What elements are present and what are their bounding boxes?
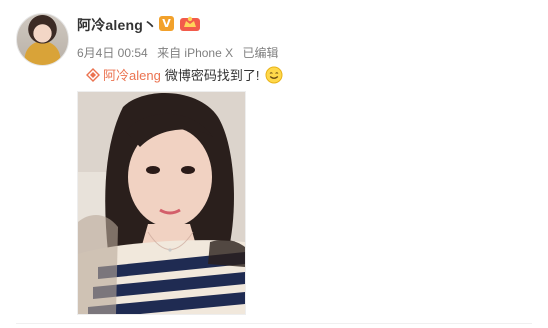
verified-badge-icon[interactable]: V (159, 16, 174, 31)
edited-label[interactable]: 已编辑 (242, 46, 278, 60)
post-date[interactable]: 6月4日 00:54 (77, 46, 148, 60)
diamond-icon (86, 67, 100, 82)
level-crown-icon[interactable] (179, 15, 201, 32)
post-photo[interactable] (77, 91, 246, 315)
smile-emoji-icon (265, 66, 283, 83)
mention-link[interactable]: 阿冷aleng (103, 65, 161, 84)
post-text: 阿冷aleng 微博密码找到了! (86, 65, 283, 84)
post-meta: 6月4日 00:54 来自 iPhone X 已编辑 (77, 44, 284, 61)
selfie-image (78, 92, 245, 314)
avatar[interactable] (16, 13, 69, 66)
username-link[interactable]: 阿冷aleng丶 (77, 15, 157, 35)
post-source[interactable]: 来自 iPhone X (157, 46, 233, 60)
divider (16, 323, 532, 324)
post-message: 微博密码找到了! (164, 68, 260, 83)
